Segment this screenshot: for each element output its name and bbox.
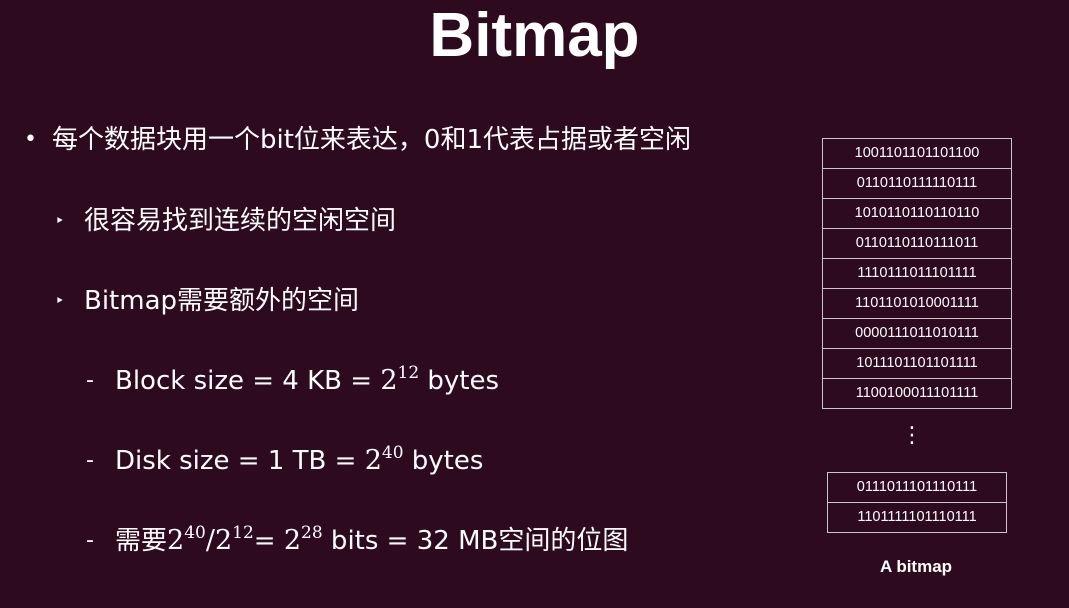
bitmap-row: 1011101101101111 <box>823 349 1011 379</box>
power-base: 2 <box>214 525 233 556</box>
bullet-bitmap-extra-space: Bitmap需要额外的空间 <box>84 286 360 316</box>
bitmap-table-bottom: 0111011101110111 1101111101110111 <box>827 472 1007 533</box>
bitmap-row: 0110110110111011 <box>823 229 1011 259</box>
block-size-prefix: Block size = 4 KB = <box>115 366 381 396</box>
division-slash: / <box>205 525 215 556</box>
power-exponent: 12 <box>397 363 420 383</box>
bitmap-row: 1100100011101111 <box>823 379 1011 409</box>
bullet-dot-icon: • <box>24 127 37 152</box>
bitmap-caption: A bitmap <box>879 557 953 576</box>
power-exponent: 28 <box>301 523 323 543</box>
bullet-bitmap-size-calc: 需要240/212= 228 bits = 32 MB空间的位图 <box>115 524 628 558</box>
bitmap-table-top: 1001101101101100 0110110111110111 101011… <box>822 138 1012 409</box>
block-size-power: 212 <box>380 363 420 397</box>
bullet-bitmap-definition: 每个数据块用一个bit位来表达，0和1代表占据或者空闲 <box>52 125 692 155</box>
power-exponent: 40 <box>184 523 206 543</box>
block-size-suffix: bytes <box>419 366 500 396</box>
calc-prefix: 需要 <box>115 526 168 556</box>
power-exponent: 40 <box>381 443 404 463</box>
bitmap-row: 1001101101101100 <box>823 139 1011 169</box>
equals-sign: = <box>253 526 284 556</box>
power-base: 2 <box>380 365 398 396</box>
bullet-disk-size: Disk size = 1 TB = 240 bytes <box>115 444 483 478</box>
bullet-dash-icon: - <box>86 528 94 553</box>
bitmap-row: 1010110110110110 <box>823 199 1011 229</box>
bullet-dash-icon: - <box>86 368 94 393</box>
bitmap-row: 0110110111110111 <box>823 169 1011 199</box>
disk-size-power: 240 <box>364 443 404 477</box>
bitmap-row: 1101101010001111 <box>823 289 1011 319</box>
power-base: 2 <box>283 525 302 556</box>
calc-suffix: bits = 32 MB空间的位图 <box>322 526 629 556</box>
calc-expression: 240/212 <box>167 523 254 557</box>
disk-size-suffix: bytes <box>403 446 484 476</box>
bullet-triangle-icon: ‣ <box>55 291 65 310</box>
bitmap-row: 1101111101110111 <box>828 503 1006 533</box>
power-base: 2 <box>167 525 185 556</box>
bitmap-row: 0000111011010111 <box>823 319 1011 349</box>
bullet-block-size: Block size = 4 KB = 212 bytes <box>115 364 499 398</box>
disk-size-prefix: Disk size = 1 TB = <box>115 446 365 476</box>
bullet-easy-find-free-space: 很容易找到连续的空闲空间 <box>84 206 397 236</box>
vertical-ellipsis-icon: ⋮ <box>901 423 923 448</box>
bitmap-row: 0111011101110111 <box>828 473 1006 503</box>
bullet-triangle-icon: ‣ <box>55 211 65 230</box>
slide-title: Bitmap <box>429 1 640 70</box>
power-base: 2 <box>364 445 382 476</box>
bitmap-row: 1110111011101111 <box>823 259 1011 289</box>
bullet-dash-icon: - <box>86 448 94 473</box>
result-power: 228 <box>283 523 323 557</box>
power-exponent: 12 <box>232 523 254 543</box>
